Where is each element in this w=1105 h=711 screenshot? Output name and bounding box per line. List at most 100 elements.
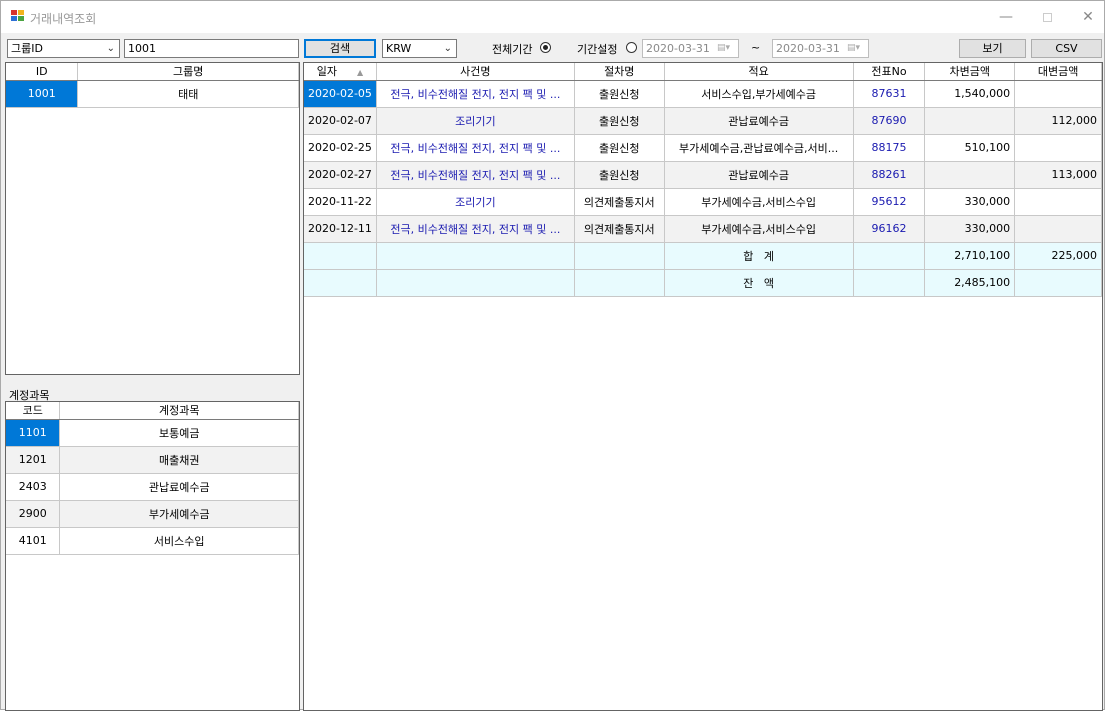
account-name-cell[interactable]: 서비스수입 — [59, 527, 299, 555]
column-header-code[interactable]: 코드 — [6, 402, 61, 420]
group-name-cell[interactable]: 태태 — [77, 80, 299, 108]
voucher-no-cell[interactable]: 95612 — [853, 188, 926, 216]
debit-cell[interactable] — [924, 161, 1016, 189]
account-name-cell[interactable]: 관납료예수금 — [59, 473, 299, 501]
case-cell[interactable]: 전극, 비수전해질 전지, 전지 팩 및 ... — [376, 80, 575, 108]
procedure-cell[interactable]: 의견제출통지서 — [574, 215, 665, 243]
column-header-date[interactable]: 일자 ▲ — [304, 63, 377, 81]
credit-cell[interactable] — [1014, 80, 1102, 108]
memo-cell[interactable]: 부가세예수금,서비스수입 — [664, 188, 854, 216]
voucher-no-cell[interactable]: 87631 — [853, 80, 926, 108]
procedure-cell[interactable]: 출원신청 — [574, 80, 665, 108]
table-row[interactable]: 2020-12-11 전극, 비수전해질 전지, 전지 팩 및 ... 의견제출… — [304, 215, 1102, 243]
table-row[interactable]: 2403 관납료예수금 — [6, 473, 299, 501]
balance-row[interactable]: 잔 액 2,485,100 — [304, 269, 1102, 297]
debit-cell[interactable]: 1,540,000 — [924, 80, 1016, 108]
currency-value: KRW — [386, 42, 412, 55]
procedure-cell[interactable]: 의견제출통지서 — [574, 188, 665, 216]
table-row[interactable]: 2020-02-25 전극, 비수전해질 전지, 전지 팩 및 ... 출원신청… — [304, 134, 1102, 162]
total-credit-cell: 225,000 — [1014, 242, 1102, 270]
account-code-cell[interactable]: 1201 — [6, 446, 61, 474]
account-code-cell[interactable]: 1101 — [6, 419, 61, 447]
account-name-cell[interactable]: 매출채권 — [59, 446, 299, 474]
group-id-cell[interactable]: 1001 — [6, 80, 79, 108]
minimize-icon[interactable]: — — [985, 5, 1027, 29]
debit-cell[interactable] — [924, 107, 1016, 135]
empty-cell — [304, 242, 377, 270]
date-cell[interactable]: 2020-02-27 — [304, 161, 377, 189]
memo-cell[interactable]: 관납료예수금 — [664, 161, 854, 189]
view-button[interactable]: 보기 — [959, 39, 1026, 58]
table-row[interactable]: 1001 태태 — [6, 80, 299, 108]
case-cell[interactable]: 전극, 비수전해질 전지, 전지 팩 및 ... — [376, 215, 575, 243]
period-setting-radio[interactable] — [626, 42, 637, 53]
case-cell[interactable]: 전극, 비수전해질 전지, 전지 팩 및 ... — [376, 161, 575, 189]
memo-cell[interactable]: 관납료예수금 — [664, 107, 854, 135]
date-header-label: 일자 — [316, 65, 338, 79]
column-header-procedure[interactable]: 절차명 — [574, 63, 665, 81]
credit-cell[interactable] — [1014, 215, 1102, 243]
account-code-cell[interactable]: 2403 — [6, 473, 61, 501]
voucher-no-cell[interactable]: 87690 — [853, 107, 926, 135]
group-id-input[interactable]: 1001 — [124, 39, 299, 58]
column-header-case[interactable]: 사건명 — [376, 63, 575, 81]
table-row[interactable]: 1201 매출채권 — [6, 446, 299, 474]
memo-cell[interactable]: 부가세예수금,서비스수입 — [664, 215, 854, 243]
date-cell[interactable]: 2020-12-11 — [304, 215, 377, 243]
procedure-cell[interactable]: 출원신청 — [574, 161, 665, 189]
empty-cell — [574, 242, 665, 270]
date-cell[interactable]: 2020-11-22 — [304, 188, 377, 216]
table-row[interactable]: 2020-02-27 전극, 비수전해질 전지, 전지 팩 및 ... 출원신청… — [304, 161, 1102, 189]
all-period-radio[interactable] — [540, 42, 551, 53]
voucher-no-cell[interactable]: 88175 — [853, 134, 926, 162]
table-row[interactable]: 2020-11-22 조리기기 의견제출통지서 부가세예수금,서비스수입 956… — [304, 188, 1102, 216]
table-row[interactable]: 4101 서비스수입 — [6, 527, 299, 555]
case-cell[interactable]: 전극, 비수전해질 전지, 전지 팩 및 ... — [376, 134, 575, 162]
column-header-memo[interactable]: 적요 — [664, 63, 854, 81]
account-name-cell[interactable]: 보통예금 — [59, 419, 299, 447]
column-header-id[interactable]: ID — [6, 63, 79, 81]
voucher-no-cell[interactable]: 96162 — [853, 215, 926, 243]
voucher-no-cell[interactable]: 88261 — [853, 161, 926, 189]
column-header-voucher-no[interactable]: 전표No — [853, 63, 926, 81]
credit-cell[interactable] — [1014, 134, 1102, 162]
debit-cell[interactable]: 510,100 — [924, 134, 1016, 162]
account-code-cell[interactable]: 4101 — [6, 527, 61, 555]
table-row[interactable]: 1101 보통예금 — [6, 419, 299, 447]
search-button[interactable]: 검색 — [304, 39, 376, 58]
date-to-value: 2020-03-31 — [776, 42, 840, 55]
date-cell[interactable]: 2020-02-05 — [304, 80, 377, 108]
maximize-icon[interactable] — [1026, 5, 1068, 29]
date-from-picker[interactable]: 2020-03-31 ▤▾ — [642, 39, 739, 58]
debit-cell[interactable]: 330,000 — [924, 215, 1016, 243]
sort-ascending-icon: ▲ — [357, 68, 364, 78]
group-type-select[interactable]: 그룹ID ⌄ — [7, 39, 120, 58]
memo-cell[interactable]: 서비스수입,부가세예수금 — [664, 80, 854, 108]
case-cell[interactable]: 조리기기 — [376, 188, 575, 216]
account-name-cell[interactable]: 부가세예수금 — [59, 500, 299, 528]
credit-cell[interactable]: 113,000 — [1014, 161, 1102, 189]
column-header-debit[interactable]: 차변금액 — [924, 63, 1016, 81]
debit-cell[interactable]: 330,000 — [924, 188, 1016, 216]
column-header-account[interactable]: 계정과목 — [59, 402, 299, 420]
credit-cell[interactable] — [1014, 188, 1102, 216]
procedure-cell[interactable]: 출원신청 — [574, 107, 665, 135]
table-row[interactable]: 2020-02-05 전극, 비수전해질 전지, 전지 팩 및 ... 출원신청… — [304, 80, 1102, 108]
date-cell[interactable]: 2020-02-07 — [304, 107, 377, 135]
procedure-cell[interactable]: 출원신청 — [574, 134, 665, 162]
csv-button[interactable]: CSV — [1031, 39, 1102, 58]
column-header-group-name[interactable]: 그룹명 — [77, 63, 299, 81]
close-icon[interactable]: ✕ — [1067, 5, 1105, 29]
case-cell[interactable]: 조리기기 — [376, 107, 575, 135]
window-title: 거래내역조회 — [30, 12, 97, 26]
total-row[interactable]: 합 계 2,710,100 225,000 — [304, 242, 1102, 270]
currency-select[interactable]: KRW ⌄ — [382, 39, 457, 58]
table-row[interactable]: 2020-02-07 조리기기 출원신청 관납료예수금 87690 112,00… — [304, 107, 1102, 135]
table-row[interactable]: 2900 부가세예수금 — [6, 500, 299, 528]
account-code-cell[interactable]: 2900 — [6, 500, 61, 528]
column-header-credit[interactable]: 대변금액 — [1014, 63, 1102, 81]
date-to-picker[interactable]: 2020-03-31 ▤▾ — [772, 39, 869, 58]
date-cell[interactable]: 2020-02-25 — [304, 134, 377, 162]
memo-cell[interactable]: 부가세예수금,관납료예수금,서비... — [664, 134, 854, 162]
credit-cell[interactable]: 112,000 — [1014, 107, 1102, 135]
